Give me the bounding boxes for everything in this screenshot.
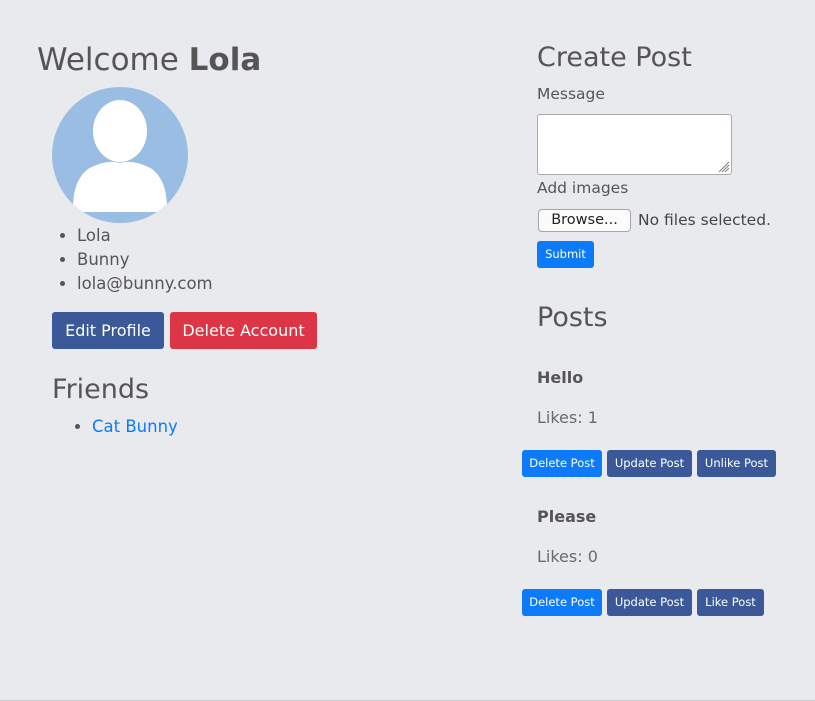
unlike-post-button[interactable]: Unlike Post [697, 450, 776, 477]
submit-post-button[interactable]: Submit [537, 241, 594, 268]
like-post-button[interactable]: Like Post [697, 589, 764, 616]
message-textarea[interactable] [537, 114, 732, 175]
friend-link-cat-bunny[interactable]: Cat Bunny [92, 417, 178, 436]
welcome-heading: Welcome Lola [37, 40, 261, 80]
friends-heading: Friends [52, 374, 150, 405]
friends-list: Cat Bunny [52, 415, 178, 439]
edit-profile-button[interactable]: Edit Profile [52, 312, 164, 349]
create-post-heading: Create Post [537, 42, 692, 73]
post-title: Hello [537, 368, 584, 387]
user-last-name: Bunny [77, 248, 213, 272]
update-post-button[interactable]: Update Post [607, 450, 692, 477]
avatar [52, 87, 188, 223]
post-likes-count: Likes: 1 [537, 408, 598, 427]
welcome-prefix: Welcome [37, 42, 179, 78]
friend-item: Cat Bunny [92, 415, 178, 439]
user-info-list: Lola Bunny lola@bunny.com [37, 224, 213, 296]
update-post-button[interactable]: Update Post [607, 589, 692, 616]
delete-account-button[interactable]: Delete Account [170, 312, 317, 349]
post-likes-count: Likes: 0 [537, 547, 598, 566]
delete-post-button[interactable]: Delete Post [522, 589, 602, 616]
user-email: lola@bunny.com [77, 272, 213, 296]
user-first-name: Lola [77, 224, 213, 248]
message-label: Message [537, 85, 605, 103]
posts-heading: Posts [537, 302, 608, 333]
user-silhouette-icon [72, 100, 168, 212]
add-images-label: Add images [537, 179, 629, 197]
resize-grip-icon[interactable] [718, 161, 730, 173]
file-status-text: No files selected. [638, 211, 771, 229]
post-title: Please [537, 507, 597, 526]
welcome-username: Lola [188, 42, 262, 78]
browse-files-button[interactable]: Browse... [538, 209, 631, 232]
delete-post-button[interactable]: Delete Post [522, 450, 602, 477]
